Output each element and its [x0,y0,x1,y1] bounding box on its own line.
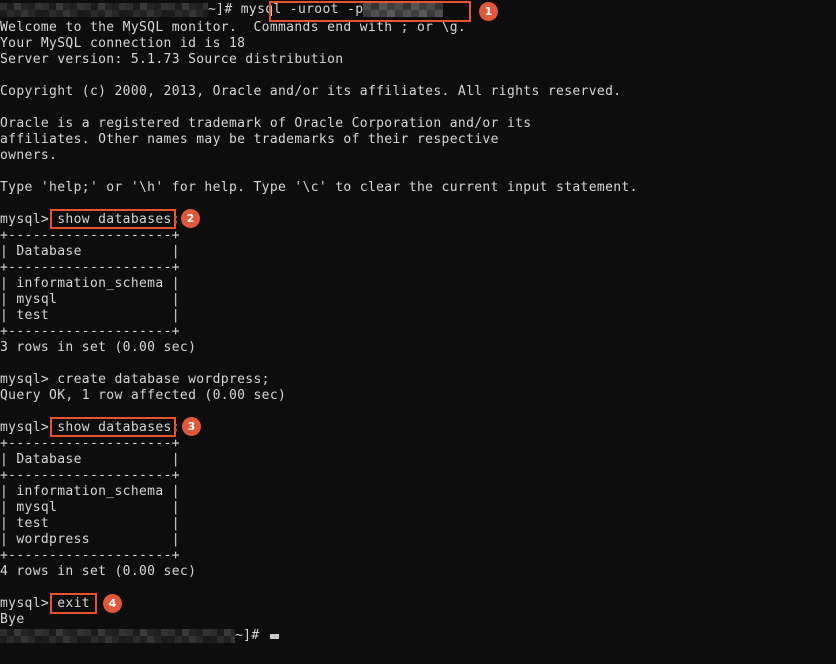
shell-prompt-tail-bottom: ~]# [235,628,268,643]
table2-header-separator: +--------------------+ [0,468,180,483]
table2-row-test: | test | [0,516,180,531]
mysql-prompt-line-3: mysql> exit [0,596,90,612]
trademark-line-3: owners. [0,148,58,163]
table1-row-count: 3 rows in set (0.00 sec) [0,340,197,355]
table2-header-row: | Database | [0,452,180,467]
table2-bottom-border: +--------------------+ [0,548,180,563]
table2-row-wordpress: | wordpress | [0,532,180,547]
redacted-hostname-block-bottom [0,628,235,643]
mysql-prompt-2: mysql> [0,420,58,435]
table1-row-test: | test | [0,308,180,323]
table2-row-information-schema: | information_schema | [0,484,180,499]
redacted-hostname-block [0,2,208,17]
table2-row-count: 4 rows in set (0.00 sec) [0,564,197,579]
terminal-window: ~]# mysql -uroot -p Welcome to the MySQL… [0,0,836,664]
shell-prompt-line-top: ~]# mysql -uroot -p [0,2,444,18]
shell-prompt-line-bottom: ~]# [0,628,279,644]
annotation-badge-3: 3 [182,417,201,436]
table1-row-information-schema: | information_schema | [0,276,180,291]
table2-row-mysql: | mysql | [0,500,180,515]
copyright-line: Copyright (c) 2000, 2013, Oracle and/or … [0,84,622,99]
table2-top-border: +--------------------+ [0,436,180,451]
table1-header-separator: +--------------------+ [0,260,180,275]
table1-header-row: | Database | [0,244,180,259]
exit-command: exit [57,596,90,611]
redacted-password-block [363,2,444,17]
mysql-prompt-line-2: mysql> show databases; [0,420,180,436]
show-databases-command-1: show databases; [57,212,180,227]
create-database-command-line: mysql> create database wordpress; [0,372,270,387]
trademark-line-1: Oracle is a registered trademark of Orac… [0,116,532,131]
mysql-prompt-line-1: mysql> show databases; [0,212,180,228]
help-hint-line: Type 'help;' or '\h' for help. Type '\c'… [0,180,638,195]
annotation-badge-2: 2 [181,209,200,228]
annotation-badge-1: 1 [479,2,498,21]
server-version-line: Server version: 5.1.73 Source distributi… [0,52,344,67]
show-databases-command-2: show databases; [57,420,180,435]
table1-top-border: +--------------------+ [0,228,180,243]
text-cursor [269,634,279,639]
trademark-line-2: affiliates. Other names may be trademark… [0,132,499,147]
mysql-prompt-1: mysql> [0,212,58,227]
bye-line: Bye [0,612,25,627]
mysql-login-command: mysql -uroot -p [240,2,364,17]
mysql-prompt-3: mysql> [0,596,58,611]
annotation-badge-4: 4 [103,594,122,613]
welcome-line: Welcome to the MySQL monitor. Commands e… [0,20,467,35]
table1-bottom-border: +--------------------+ [0,324,180,339]
query-ok-line: Query OK, 1 row affected (0.00 sec) [0,388,287,403]
connection-id-line: Your MySQL connection id is 18 [0,36,246,51]
table1-row-mysql: | mysql | [0,292,180,307]
shell-prompt-tail: ~]# [208,2,241,17]
